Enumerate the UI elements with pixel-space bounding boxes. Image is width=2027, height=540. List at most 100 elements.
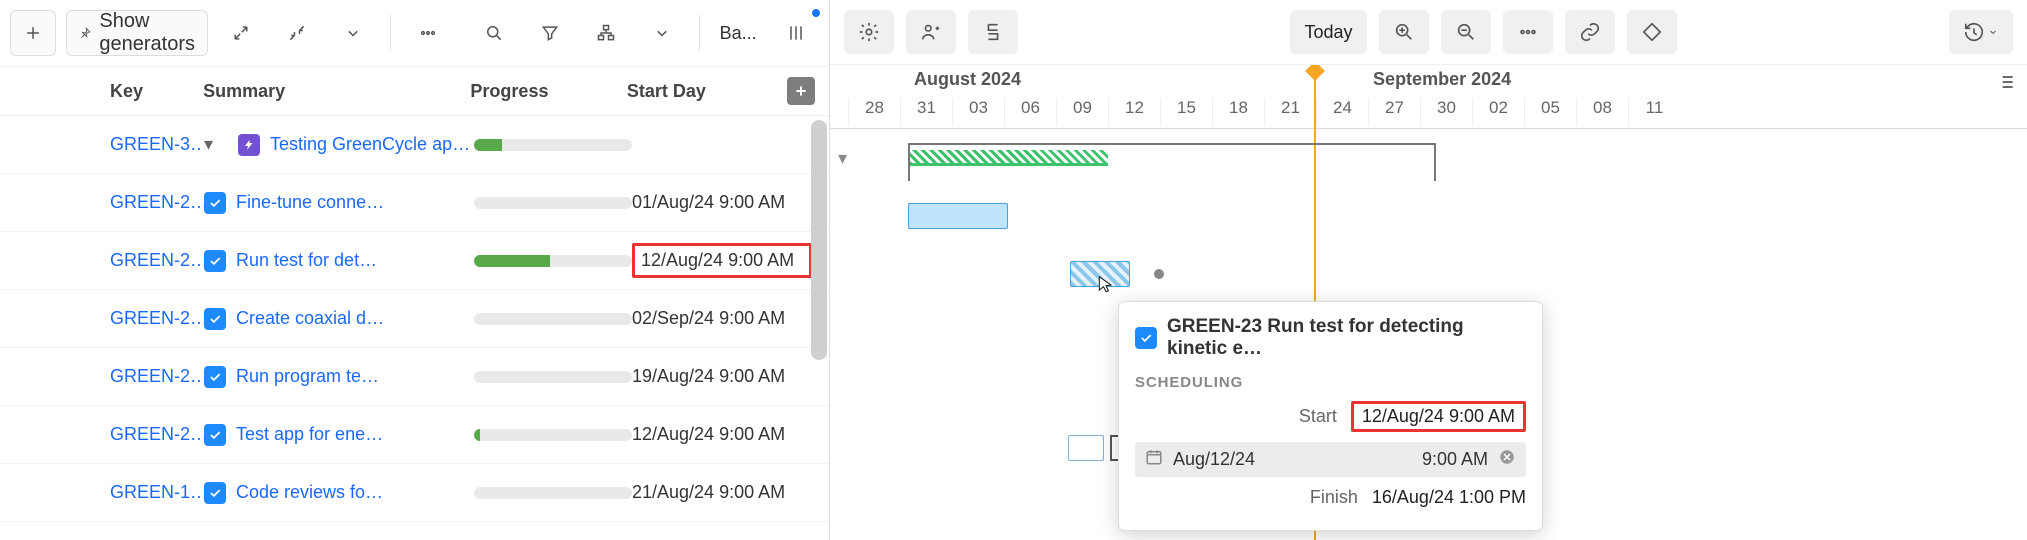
dependencies-button[interactable] xyxy=(968,10,1018,54)
right-pane: Today August 2024 September 2024 28 31 0… xyxy=(830,0,2027,540)
right-toolbar: Today xyxy=(830,0,2027,65)
start-day-cell[interactable]: 02/Sep/24 9:00 AM xyxy=(632,308,812,329)
day-label: 09 xyxy=(1056,98,1108,126)
resources-button[interactable] xyxy=(906,10,956,54)
bar-handle[interactable] xyxy=(1154,269,1164,279)
issue-key[interactable]: GREEN-2… xyxy=(110,424,204,445)
tooltip-date-input[interactable]: Aug/12/24 xyxy=(1173,449,1412,470)
timeline[interactable]: August 2024 September 2024 28 31 03 06 0… xyxy=(830,65,2027,540)
structure-button[interactable] xyxy=(583,10,629,56)
toolbar-separator-1 xyxy=(390,15,391,51)
day-label: 18 xyxy=(1212,98,1264,126)
tooltip-start-value: 12/Aug/24 9:00 AM xyxy=(1351,401,1526,432)
settings-button[interactable] xyxy=(844,10,894,54)
summary-link[interactable]: Testing GreenCycle ap… xyxy=(270,134,470,155)
col-header-progress[interactable]: Progress xyxy=(470,81,626,102)
add-button[interactable] xyxy=(10,10,56,56)
search-button[interactable] xyxy=(471,10,517,56)
col-header-startday[interactable]: Start Day xyxy=(627,81,787,102)
today-button[interactable]: Today xyxy=(1290,10,1366,54)
table-row[interactable]: GREEN-2… Test app for ene… 12/Aug/24 9:0… xyxy=(0,406,829,464)
timeline-header: August 2024 September 2024 28 31 03 06 0… xyxy=(830,65,2027,129)
gantt-row[interactable] xyxy=(830,187,2027,245)
filter-button[interactable] xyxy=(527,10,573,56)
task-icon xyxy=(204,424,226,446)
task-icon xyxy=(204,250,226,272)
start-day-cell[interactable]: 01/Aug/24 9:00 AM xyxy=(632,192,812,213)
tooltip-start-label: Start xyxy=(1299,406,1337,427)
more-button[interactable] xyxy=(405,10,451,56)
summary-link[interactable]: Run program te… xyxy=(236,366,379,387)
baselines-button[interactable]: Ba... xyxy=(713,10,763,56)
task-icon xyxy=(204,192,226,214)
gantt-bar[interactable] xyxy=(1068,435,1104,461)
gantt-epic-outline xyxy=(908,143,1436,171)
start-day-cell[interactable]: 19/Aug/24 9:00 AM xyxy=(632,366,812,387)
zoom-out-button[interactable] xyxy=(1441,10,1491,54)
link-button[interactable] xyxy=(1565,10,1615,54)
summary-link[interactable]: Test app for ene… xyxy=(236,424,383,445)
structure-dropdown-button[interactable] xyxy=(639,10,685,56)
day-label: 24 xyxy=(1316,98,1368,126)
issue-key[interactable]: GREEN-1… xyxy=(110,482,204,503)
zoom-in-button[interactable] xyxy=(1379,10,1429,54)
summary-link[interactable]: Run test for det… xyxy=(236,250,377,271)
columns-button[interactable] xyxy=(773,10,819,56)
task-icon xyxy=(204,308,226,330)
milestone-button[interactable] xyxy=(1627,10,1677,54)
issue-key[interactable]: GREEN-2… xyxy=(110,192,204,213)
day-label: 31 xyxy=(900,98,952,126)
summary-link[interactable]: Fine-tune conne… xyxy=(236,192,384,213)
expand-button[interactable] xyxy=(218,10,264,56)
start-day-cell[interactable]: 12/Aug/24 9:00 AM xyxy=(632,243,812,278)
summary-link[interactable]: Code reviews fo… xyxy=(236,482,383,503)
tooltip-finish-label: Finish xyxy=(1310,487,1358,508)
table-row[interactable]: GREEN-2… Run program te… 19/Aug/24 9:00 … xyxy=(0,348,829,406)
row-caret[interactable]: ▾ xyxy=(838,148,847,169)
issue-key[interactable]: GREEN-2… xyxy=(110,366,204,387)
grid-header: Key Summary Progress Start Day xyxy=(0,67,829,116)
timeline-body[interactable]: ▾ GREEN-23 Run test for detecting xyxy=(830,129,2027,540)
tooltip-time-input[interactable]: 9:00 AM xyxy=(1422,449,1488,470)
more-right-button[interactable] xyxy=(1503,10,1553,54)
show-generators-button[interactable]: Show generators xyxy=(66,10,208,56)
clear-icon[interactable] xyxy=(1498,448,1516,471)
table-row[interactable]: GREEN-1… Code reviews fo… 21/Aug/24 9:00… xyxy=(0,464,829,522)
task-icon xyxy=(204,366,226,388)
task-icon xyxy=(204,482,226,504)
history-button[interactable] xyxy=(1949,10,2013,54)
gantt-row[interactable] xyxy=(830,245,2027,303)
dropdown-toggle-button[interactable] xyxy=(330,10,376,56)
bar-bracket[interactable] xyxy=(1110,435,1118,461)
start-day-cell[interactable]: 21/Aug/24 9:00 AM xyxy=(632,482,812,503)
issue-key[interactable]: GREEN-3… xyxy=(110,134,204,155)
col-header-summary[interactable]: Summary xyxy=(203,81,470,102)
show-generators-label: Show generators xyxy=(99,10,195,56)
day-label: 03 xyxy=(952,98,1004,126)
table-row[interactable]: GREEN-3… ▾ Testing GreenCycle ap… xyxy=(0,116,829,174)
month-label: September 2024 xyxy=(1369,69,1511,95)
start-day-cell[interactable]: 12/Aug/24 9:00 AM xyxy=(632,424,812,445)
list-toggle-button[interactable] xyxy=(1991,67,2021,97)
issue-key[interactable]: GREEN-2… xyxy=(110,308,204,329)
gantt-bar[interactable] xyxy=(908,203,1008,229)
left-toolbar: Show generators Ba... xyxy=(0,0,829,67)
day-label: 11 xyxy=(1628,98,1680,126)
day-label: 12 xyxy=(1108,98,1160,126)
expand-caret[interactable]: ▾ xyxy=(204,134,222,155)
baselines-label: Ba... xyxy=(720,23,757,44)
issue-key[interactable]: GREEN-2… xyxy=(110,250,204,271)
progress-bar xyxy=(474,197,632,209)
table-row[interactable]: GREEN-2… Run test for det… 12/Aug/24 9:0… xyxy=(0,232,829,290)
gantt-row[interactable]: ▾ xyxy=(830,129,2027,187)
table-row[interactable]: GREEN-2… Create coaxial d… 02/Sep/24 9:0… xyxy=(0,290,829,348)
add-column-button[interactable] xyxy=(787,77,815,105)
calendar-icon[interactable] xyxy=(1145,448,1163,471)
col-header-key[interactable]: Key xyxy=(110,81,203,102)
scrollbar-thumb[interactable] xyxy=(811,120,827,360)
table-row[interactable]: GREEN-2… Fine-tune conne… 01/Aug/24 9:00… xyxy=(0,174,829,232)
summary-link[interactable]: Create coaxial d… xyxy=(236,308,384,329)
left-pane: Show generators Ba... Key Summary Progre… xyxy=(0,0,830,540)
cursor-icon xyxy=(1096,271,1116,299)
collapse-button[interactable] xyxy=(274,10,320,56)
